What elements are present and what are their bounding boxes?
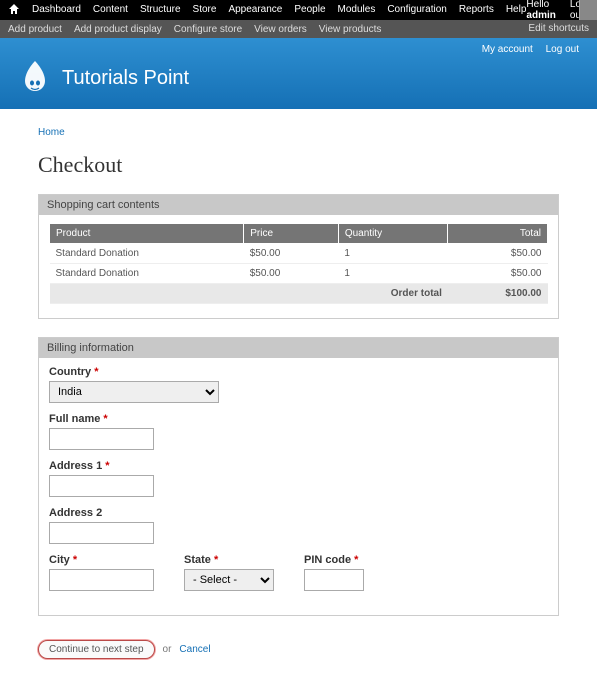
country-label: Country *	[49, 366, 548, 378]
state-select[interactable]: - Select -	[184, 569, 274, 591]
admin-menu-store[interactable]: Store	[193, 4, 217, 15]
order-total-label: Order total	[338, 284, 448, 304]
admin-menu: Dashboard Content Structure Store Appear…	[0, 0, 597, 20]
admin-menu-reports[interactable]: Reports	[459, 4, 494, 15]
fullname-field: Full name *	[49, 413, 548, 450]
address1-input[interactable]	[49, 475, 154, 497]
shortcut-configure-store[interactable]: Configure store	[174, 24, 242, 35]
admin-menu-structure[interactable]: Structure	[140, 4, 181, 15]
admin-menu-content[interactable]: Content	[93, 4, 128, 15]
col-product: Product	[50, 224, 244, 244]
cancel-link[interactable]: Cancel	[179, 644, 210, 655]
breadcrumb: Home	[38, 127, 559, 138]
pin-field: PIN code *	[304, 554, 364, 591]
branding: Tutorials Point	[18, 59, 579, 97]
billing-panel-header: Billing information	[39, 338, 558, 358]
site-name: Tutorials Point	[62, 67, 189, 90]
state-field: State * - Select -	[184, 554, 274, 591]
main-content: Home Checkout Shopping cart contents Pro…	[0, 109, 597, 689]
address2-input[interactable]	[49, 522, 154, 544]
or-text: or	[163, 644, 172, 655]
shortcut-add-product[interactable]: Add product	[8, 24, 62, 35]
fullname-input[interactable]	[49, 428, 154, 450]
shortcut-list: Add product Add product display Configur…	[8, 23, 381, 35]
fullname-label: Full name *	[49, 413, 548, 425]
shortcut-view-products[interactable]: View products	[319, 24, 382, 35]
city-input[interactable]	[49, 569, 154, 591]
address2-label: Address 2	[49, 507, 548, 519]
breadcrumb-home[interactable]: Home	[38, 127, 65, 138]
country-field: Country * India	[49, 366, 548, 403]
home-icon	[8, 3, 20, 15]
edit-shortcuts-link[interactable]: Edit shortcuts	[528, 23, 589, 35]
city-label: City *	[49, 554, 154, 566]
admin-menu-appearance[interactable]: Appearance	[228, 4, 282, 15]
address2-field: Address 2	[49, 507, 548, 544]
address1-field: Address 1 *	[49, 460, 548, 497]
admin-menu-help[interactable]: Help	[506, 4, 527, 15]
continue-button[interactable]: Continue to next step	[38, 640, 155, 659]
admin-menu-modules[interactable]: Modules	[338, 4, 376, 15]
shortcut-view-orders[interactable]: View orders	[254, 24, 307, 35]
drupal-logo-icon	[18, 59, 52, 97]
pin-label: PIN code *	[304, 554, 364, 566]
admin-menu-configuration[interactable]: Configuration	[387, 4, 446, 15]
col-qty: Quantity	[338, 224, 448, 244]
admin-menu-list: Dashboard Content Structure Store Appear…	[8, 3, 526, 18]
admin-menu-people[interactable]: People	[294, 4, 325, 15]
form-actions: Continue to next step or Cancel	[38, 640, 559, 659]
page-title: Checkout	[38, 152, 559, 178]
col-price: Price	[244, 224, 339, 244]
chevron-down-icon[interactable]	[579, 0, 597, 20]
order-total-row: Order total $100.00	[50, 284, 548, 304]
order-total-value: $100.00	[448, 284, 548, 304]
hello-text: Hello admin	[526, 0, 558, 21]
table-row: Standard Donation $50.00 1 $50.00	[50, 264, 548, 284]
user-links: My account Log out	[18, 44, 579, 59]
cart-table: Product Price Quantity Total Standard Do…	[49, 223, 548, 304]
cart-panel: Shopping cart contents Product Price Qua…	[38, 194, 559, 319]
pin-input[interactable]	[304, 569, 364, 591]
country-select[interactable]: India	[49, 381, 219, 403]
site-header: My account Log out Tutorials Point	[0, 38, 597, 109]
address1-label: Address 1 *	[49, 460, 548, 472]
my-account-link[interactable]: My account	[482, 44, 533, 55]
col-total: Total	[448, 224, 548, 244]
shortcut-add-product-display[interactable]: Add product display	[74, 24, 162, 35]
shortcut-bar: Add product Add product display Configur…	[0, 20, 597, 38]
header-logout-link[interactable]: Log out	[546, 44, 579, 55]
cart-panel-header: Shopping cart contents	[39, 195, 558, 215]
admin-menu-dashboard[interactable]: Dashboard	[32, 4, 81, 15]
city-field: City *	[49, 554, 154, 591]
billing-panel: Billing information Country * India Full…	[38, 337, 559, 616]
state-label: State *	[184, 554, 274, 566]
table-row: Standard Donation $50.00 1 $50.00	[50, 244, 548, 264]
